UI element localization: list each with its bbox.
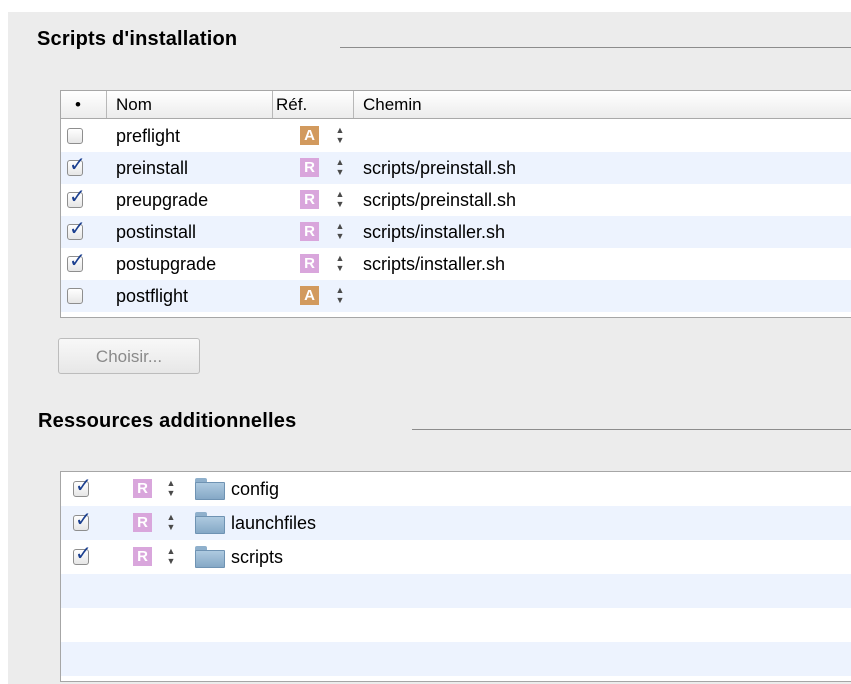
- enable-checkbox[interactable]: ✓: [73, 510, 92, 531]
- resources-table: ✓ R ▲ ▼ config ✓ R ▲ ▼ launchfiles ✓ R ▲ ▼ scripts: [60, 471, 851, 682]
- column-header-name[interactable]: Nom: [116, 91, 152, 118]
- folder-icon: [195, 546, 225, 568]
- script-path[interactable]: scripts/preinstall.sh: [363, 152, 516, 184]
- list-item[interactable]: ✓ R ▲ ▼ config: [61, 472, 851, 506]
- stepper-down-icon[interactable]: ▼: [166, 489, 176, 499]
- checkmark-icon: ✓: [69, 186, 86, 208]
- reference-stepper[interactable]: ▲ ▼: [335, 126, 345, 146]
- checkmark-icon: ✓: [69, 250, 86, 272]
- script-name: postflight: [116, 286, 189, 306]
- table-row[interactable]: ✓ preinstall R ▲ ▼ scripts/preinstall.sh: [61, 152, 851, 184]
- script-name: postinstall: [116, 222, 197, 242]
- script-name: postupgrade: [116, 254, 217, 274]
- script-name: preflight: [116, 126, 181, 146]
- reference-stepper[interactable]: ▲ ▼: [335, 158, 345, 178]
- reference-badge: R: [300, 254, 319, 273]
- resource-name: launchfiles: [231, 513, 317, 533]
- resource-name: scripts: [231, 547, 284, 567]
- stepper-down-icon[interactable]: ▼: [335, 264, 345, 274]
- checkmark-icon: ✓: [75, 475, 92, 497]
- stepper-down-icon[interactable]: ▼: [335, 168, 345, 178]
- empty-row: [61, 642, 851, 676]
- empty-row: [61, 574, 851, 608]
- enable-checkbox[interactable]: ✓: [73, 476, 92, 497]
- column-separator: [272, 91, 273, 118]
- enable-checkbox[interactable]: ✓: [67, 251, 86, 272]
- list-item[interactable]: ✓ R ▲ ▼ scripts: [61, 540, 851, 574]
- enable-checkbox[interactable]: [67, 128, 83, 144]
- reference-badge: R: [300, 190, 319, 209]
- script-name: preupgrade: [116, 190, 209, 210]
- stepper-down-icon[interactable]: ▼: [166, 557, 176, 567]
- script-name: preinstall: [116, 158, 189, 178]
- stepper-down-icon[interactable]: ▼: [335, 232, 345, 242]
- reference-badge: R: [300, 222, 319, 241]
- script-path[interactable]: scripts/installer.sh: [363, 248, 505, 280]
- reference-badge: R: [133, 513, 152, 532]
- reference-stepper[interactable]: ▲ ▼: [335, 254, 345, 274]
- resources-section-title: Ressources additionnelles: [38, 410, 297, 432]
- column-separator: [106, 91, 107, 118]
- reference-badge: R: [300, 158, 319, 177]
- table-row[interactable]: postflight A ▲ ▼: [61, 280, 851, 312]
- enable-checkbox[interactable]: [67, 288, 83, 304]
- reference-stepper[interactable]: ▲ ▼: [335, 222, 345, 242]
- enable-checkbox[interactable]: ✓: [67, 155, 86, 176]
- column-separator: [353, 91, 354, 118]
- column-header-enabled[interactable]: •: [75, 91, 81, 118]
- reference-badge: A: [300, 286, 319, 305]
- table-row[interactable]: preflight A ▲ ▼: [61, 120, 851, 152]
- checkmark-icon: ✓: [75, 509, 92, 531]
- reference-stepper[interactable]: ▲ ▼: [166, 547, 176, 567]
- script-path[interactable]: scripts/installer.sh: [363, 216, 505, 248]
- resources-section-divider: [412, 429, 851, 430]
- folder-icon: [195, 478, 225, 500]
- list-item[interactable]: ✓ R ▲ ▼ launchfiles: [61, 506, 851, 540]
- reference-badge: A: [300, 126, 319, 145]
- checkmark-icon: ✓: [75, 543, 92, 565]
- stepper-down-icon[interactable]: ▼: [335, 136, 345, 146]
- reference-stepper[interactable]: ▲ ▼: [166, 513, 176, 533]
- table-row[interactable]: ✓ postupgrade R ▲ ▼ scripts/installer.sh: [61, 248, 851, 280]
- scripts-table: • Nom Réf. Chemin preflight A ▲ ▼ ✓ preinstal…: [60, 90, 851, 318]
- checkmark-icon: ✓: [69, 154, 86, 176]
- reference-stepper[interactable]: ▲ ▼: [335, 190, 345, 210]
- enable-checkbox[interactable]: ✓: [67, 187, 86, 208]
- folder-icon: [195, 512, 225, 534]
- table-row[interactable]: ✓ postinstall R ▲ ▼ scripts/installer.sh: [61, 216, 851, 248]
- column-header-ref[interactable]: Réf.: [276, 91, 307, 118]
- column-header-path[interactable]: Chemin: [363, 91, 422, 118]
- reference-stepper[interactable]: ▲ ▼: [335, 286, 345, 306]
- stepper-down-icon[interactable]: ▼: [335, 296, 345, 306]
- stepper-down-icon[interactable]: ▼: [166, 523, 176, 533]
- checkmark-icon: ✓: [69, 218, 86, 240]
- table-row[interactable]: ✓ preupgrade R ▲ ▼ scripts/preinstall.sh: [61, 184, 851, 216]
- scripts-section-title: Scripts d'installation: [37, 28, 238, 50]
- empty-row: [61, 608, 851, 642]
- choose-button[interactable]: Choisir...: [58, 338, 200, 374]
- script-path[interactable]: scripts/preinstall.sh: [363, 184, 516, 216]
- scripts-section-divider: [340, 47, 851, 48]
- resource-name: config: [231, 479, 280, 499]
- reference-badge: R: [133, 479, 152, 498]
- reference-stepper[interactable]: ▲ ▼: [166, 479, 176, 499]
- reference-badge: R: [133, 547, 152, 566]
- enable-checkbox[interactable]: ✓: [67, 219, 86, 240]
- scripts-table-header: • Nom Réf. Chemin: [61, 91, 851, 119]
- stepper-down-icon[interactable]: ▼: [335, 200, 345, 210]
- enable-checkbox[interactable]: ✓: [73, 544, 92, 565]
